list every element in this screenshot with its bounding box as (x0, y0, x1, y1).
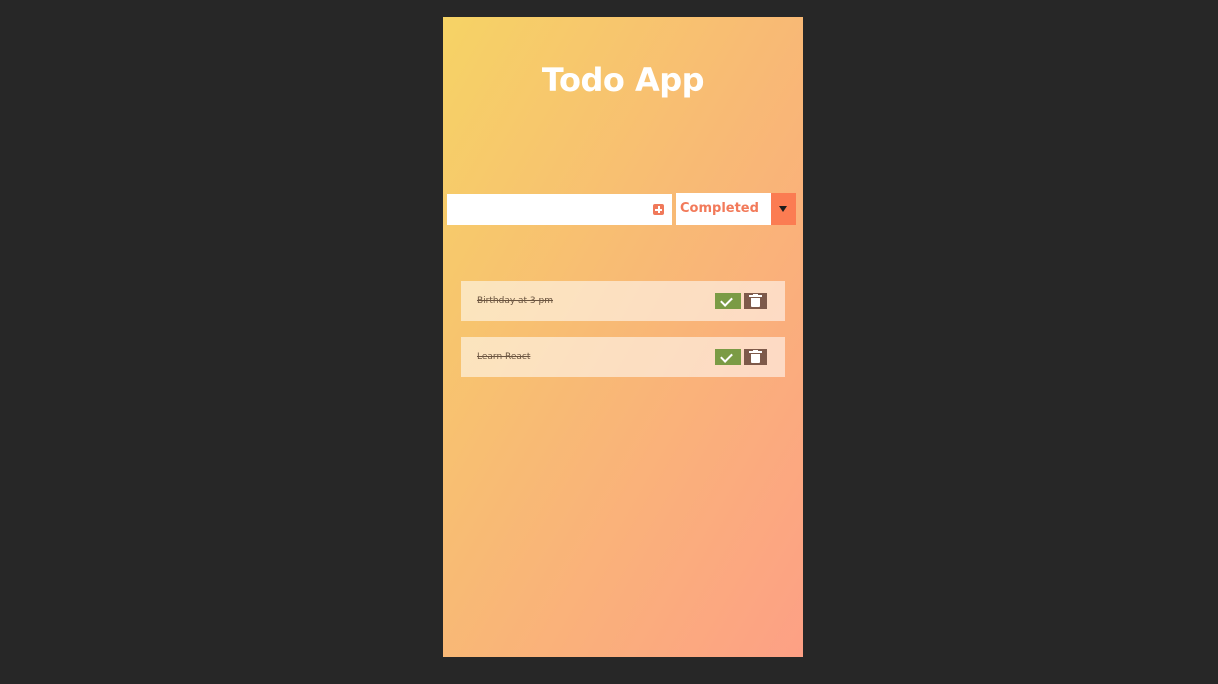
check-icon (720, 294, 733, 307)
delete-button[interactable] (744, 349, 767, 365)
todo-item: Learn React (461, 337, 785, 377)
todo-form (447, 194, 672, 225)
complete-button[interactable] (715, 293, 741, 309)
todo-text: Learn React (477, 352, 531, 362)
filter-select[interactable]: Completed (676, 193, 796, 225)
todo-list: Birthday at 3 pm Learn React (461, 281, 785, 393)
caret-down-icon (779, 206, 787, 212)
todo-item: Birthday at 3 pm (461, 281, 785, 321)
add-todo-button[interactable] (653, 204, 664, 215)
delete-button[interactable] (744, 293, 767, 309)
complete-button[interactable] (715, 349, 741, 365)
todo-app: Todo App Completed Birthday at 3 pm Lear… (443, 17, 803, 657)
check-icon (720, 350, 733, 363)
todo-input[interactable] (447, 194, 643, 225)
filter-selected-value: Completed (680, 201, 759, 216)
app-title: Todo App (541, 61, 705, 99)
todo-text: Birthday at 3 pm (477, 296, 553, 306)
filter-dropdown-toggle[interactable] (771, 193, 796, 225)
